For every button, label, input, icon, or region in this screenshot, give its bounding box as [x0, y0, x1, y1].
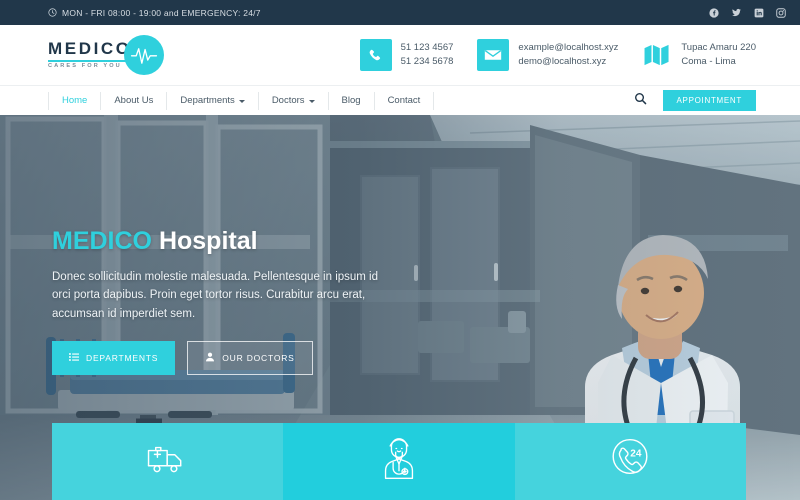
hero-section: MEDICO Hospital Donec sollicitudin moles…: [0, 115, 800, 500]
ambulance-icon: [146, 442, 190, 481]
nav-item-doctors-label: Doctors: [271, 95, 305, 106]
nav-item-departments[interactable]: Departments: [167, 91, 259, 110]
doctor-icon: [382, 438, 416, 485]
search-icon[interactable]: [634, 92, 647, 110]
user-icon: [205, 352, 215, 364]
contact-address[interactable]: Tupac Amaru 220 Coma - Lima: [642, 39, 756, 71]
hero-title: MEDICO Hospital: [52, 227, 472, 256]
logo[interactable]: MEDICO CARES FOR YOU: [48, 35, 164, 75]
svg-text:24: 24: [631, 448, 643, 459]
feature-card-24h-support[interactable]: 24: [514, 423, 746, 500]
logo-divider: [48, 60, 132, 63]
facebook-icon[interactable]: [709, 7, 719, 18]
twitter-icon[interactable]: [731, 7, 742, 18]
our-doctors-button[interactable]: OUR DOCTORS: [187, 341, 313, 376]
nav-item-contact-label: Contact: [387, 95, 421, 106]
email-line-2: demo@localhost.xyz: [518, 55, 607, 67]
heartbeat-pulse-icon: [123, 35, 164, 75]
chevron-down-icon: [308, 99, 315, 103]
instagram-icon[interactable]: [776, 7, 786, 18]
contact-email[interactable]: example@localhost.xyz demo@localhost.xyz: [477, 39, 618, 71]
opening-hours-text: MON - FRI 08:00 - 19:00 and EMERGENCY: 2…: [62, 7, 261, 18]
nav-item-about-us[interactable]: About Us: [101, 91, 168, 110]
contact-phone-lines: 51 123 4567 51 234 5678: [400, 41, 454, 68]
nav-actions: APPOINTMENT: [634, 90, 756, 111]
nav-item-home-label: Home: [62, 95, 88, 106]
linkedin-icon[interactable]: [754, 8, 764, 18]
logo-tagline: CARES FOR YOU: [48, 63, 122, 70]
envelope-icon: [477, 39, 510, 71]
nav-item-blog[interactable]: Blog: [329, 91, 375, 110]
nav-item-home[interactable]: Home: [48, 91, 102, 110]
email-line-1: example@localhost.xyz: [518, 41, 619, 53]
our-doctors-button-label: OUR DOCTORS: [222, 353, 295, 364]
contact-address-lines: Tupac Amaru 220 Coma - Lima: [681, 41, 756, 68]
chevron-down-icon: [238, 99, 245, 103]
clock-icon: [48, 8, 57, 17]
feature-cards: 24: [52, 423, 746, 500]
nav-item-blog-label: Blog: [341, 95, 361, 106]
contact-email-lines: example@localhost.xyz demo@localhost.xyz: [518, 41, 619, 68]
address-line-2: Coma - Lima: [681, 55, 736, 67]
site-header: MEDICO CARES FOR YOU 51 123 4567 51 234 …: [0, 25, 800, 85]
hero-content: MEDICO Hospital Donec sollicitudin moles…: [52, 227, 472, 376]
opening-hours: MON - FRI 08:00 - 19:00 and EMERGENCY: 2…: [48, 8, 261, 18]
departments-button-label: DEPARTMENTS: [86, 353, 159, 364]
hero-title-accent: MEDICO: [52, 227, 152, 255]
main-navigation: Home About Us Departments Doctors Blog C…: [0, 85, 800, 115]
phone-line-1: 51 123 4567: [400, 41, 454, 53]
list-icon: [69, 352, 79, 364]
social-links: [709, 7, 786, 18]
logo-text: MEDICO CARES FOR YOU: [48, 40, 132, 70]
nav-item-contact[interactable]: Contact: [375, 91, 435, 110]
phone-line-2: 51 234 5678: [400, 55, 454, 67]
contact-phone[interactable]: 51 123 4567 51 234 5678: [359, 39, 454, 71]
map-icon: [642, 39, 672, 71]
phone-24h-icon: 24: [610, 438, 650, 485]
phone-icon: [359, 39, 392, 71]
nav-item-about-us-label: About Us: [114, 95, 154, 106]
hero-buttons: DEPARTMENTS OUR DOCTORS: [52, 341, 472, 376]
feature-card-doctor[interactable]: [283, 423, 515, 500]
nav-item-departments-label: Departments: [180, 95, 235, 106]
feature-card-ambulance[interactable]: [52, 423, 284, 500]
header-contacts: 51 123 4567 51 234 5678 example@localhos…: [359, 39, 756, 71]
hero-title-rest: Hospital: [158, 227, 258, 255]
appointment-button[interactable]: APPOINTMENT: [662, 90, 756, 111]
nav-item-doctors[interactable]: Doctors: [259, 91, 329, 110]
top-bar: MON - FRI 08:00 - 19:00 and EMERGENCY: 2…: [0, 0, 800, 25]
hero-description: Donec sollicitudin molestie malesuada. P…: [52, 270, 379, 320]
logo-name: MEDICO: [48, 39, 132, 59]
nav-menu: Home About Us Departments Doctors Blog C…: [48, 91, 435, 110]
departments-button[interactable]: DEPARTMENTS: [52, 341, 176, 376]
address-line-1: Tupac Amaru 220: [681, 41, 756, 53]
